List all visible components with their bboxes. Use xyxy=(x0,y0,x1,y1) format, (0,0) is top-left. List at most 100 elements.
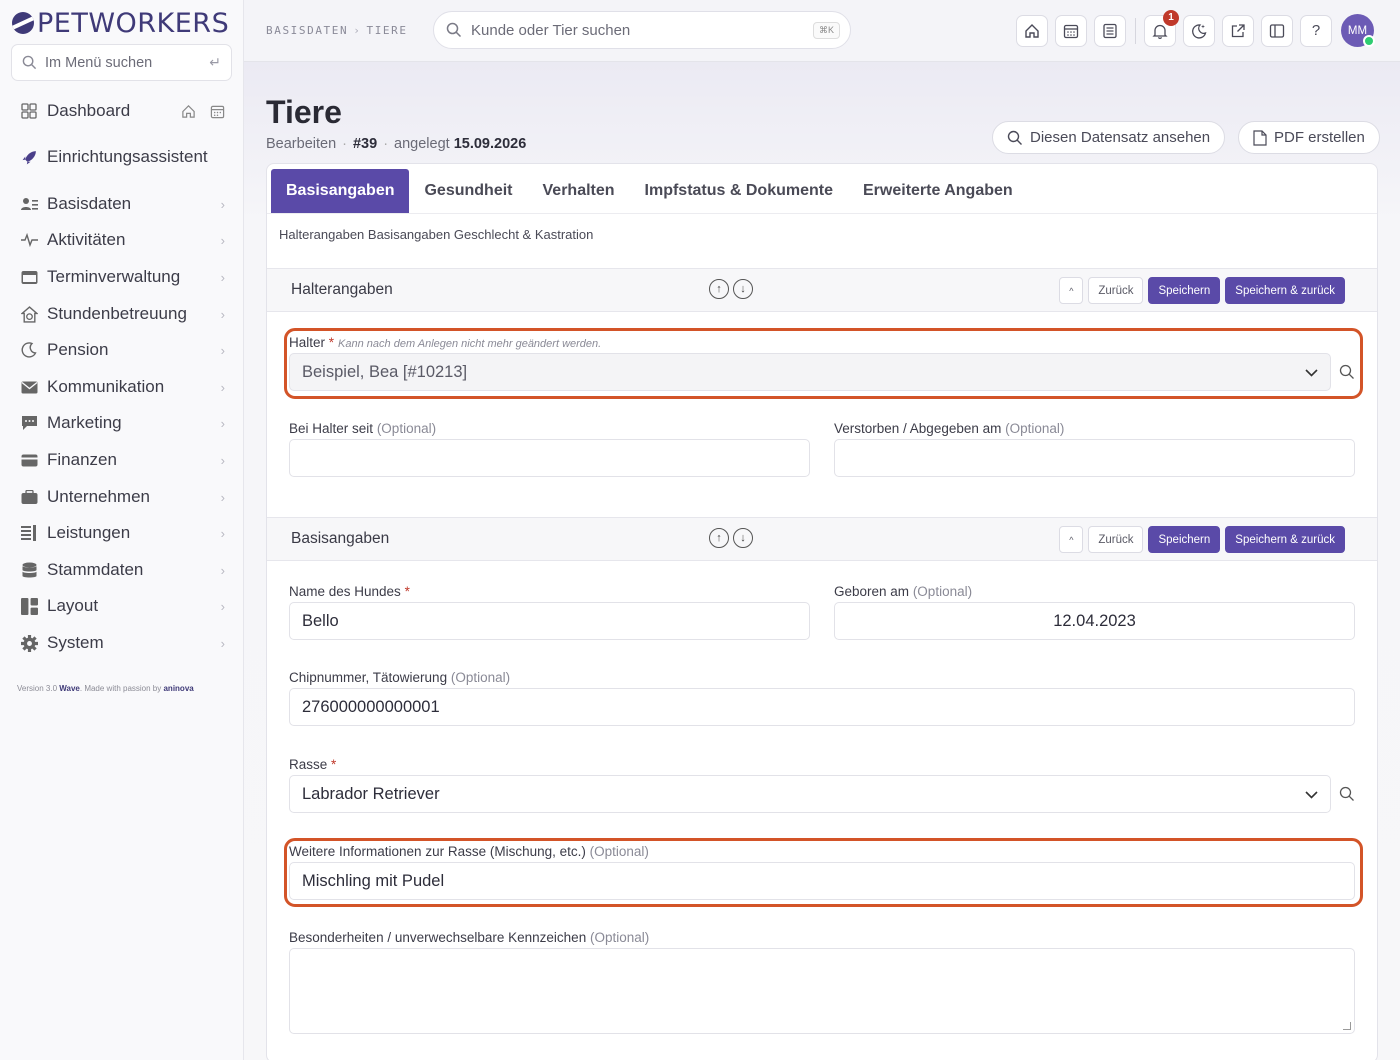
sidebar-item-leistungen[interactable]: Leistungen › xyxy=(20,520,225,546)
search-icon xyxy=(446,22,462,38)
external-link-button[interactable] xyxy=(1222,14,1254,47)
page-title: Tiere xyxy=(266,94,342,130)
save-button[interactable]: Speichern xyxy=(1148,526,1221,553)
arrow-down-icon[interactable]: ↓ xyxy=(733,279,753,299)
sidebar-item-stammdaten[interactable]: Stammdaten › xyxy=(20,557,225,583)
deceased-input[interactable] xyxy=(834,439,1355,477)
logo-icon xyxy=(12,12,34,34)
arrow-down-icon[interactable]: ↓ xyxy=(733,528,753,548)
home-icon xyxy=(1025,23,1039,38)
help-button[interactable]: ? xyxy=(1300,14,1332,47)
search-icon xyxy=(1007,130,1022,145)
sidebar-item-stundenbetreuung[interactable]: Stundenbetreuung › xyxy=(20,301,225,327)
sidebar-item-kommunikation[interactable]: Kommunikation › xyxy=(20,374,225,400)
home-button[interactable] xyxy=(1016,14,1048,47)
record-id: #39 xyxy=(352,136,378,152)
sidebar-item-label: Einrichtungsassistent xyxy=(47,147,208,166)
menu-search-placeholder: Im Menü suchen xyxy=(45,54,153,71)
gear-icon xyxy=(20,634,38,652)
calendar-icon xyxy=(1063,24,1079,38)
back-button[interactable]: Zurück xyxy=(1088,277,1144,304)
sidebar-item-label: Layout xyxy=(47,596,99,615)
save-and-back-button[interactable]: Speichern & zurück xyxy=(1225,526,1345,553)
sidebar-item-finanzen[interactable]: Finanzen › xyxy=(20,447,225,473)
save-button[interactable]: Speichern xyxy=(1148,277,1221,304)
section-header-basisangaben: Basisangaben ↑ ↓ ^ Zurück Speichern Spei… xyxy=(267,517,1377,561)
owner-search-button[interactable] xyxy=(1335,353,1359,391)
search-icon xyxy=(1339,786,1354,801)
dog-name-input[interactable]: Bello xyxy=(289,602,810,640)
sidebar-item-basisdaten[interactable]: Basisdaten › xyxy=(20,191,225,217)
sidebar-item-unternehmen[interactable]: Unternehmen › xyxy=(20,484,225,510)
dog-name-value: Bello xyxy=(302,611,339,630)
breed-select[interactable]: Labrador Retriever xyxy=(289,775,1331,813)
chip-number-input[interactable]: 276000000000001 xyxy=(289,688,1355,726)
calendar-button[interactable] xyxy=(1055,14,1087,47)
chat-icon xyxy=(20,414,38,432)
list-icon xyxy=(20,524,38,542)
tab-impfstatus-dokumente[interactable]: Impfstatus & Dokumente xyxy=(630,169,848,213)
breadcrumb-item[interactable]: BASISDATEN xyxy=(266,24,348,37)
breed-search-button[interactable] xyxy=(1335,775,1359,813)
theme-toggle-button[interactable] xyxy=(1183,14,1215,47)
breed-info-input[interactable]: Mischling mit Pudel xyxy=(289,862,1355,900)
global-search-input[interactable]: Kunde oder Tier suchen ⌘K xyxy=(433,11,851,49)
notes-button[interactable] xyxy=(1094,14,1126,47)
chevron-right-icon: › xyxy=(220,489,225,505)
version-info: Version 3.0 Wave. Made with passion by a… xyxy=(17,684,194,693)
sidebar-item-dashboard[interactable]: Dashboard xyxy=(20,98,225,124)
view-record-button[interactable]: Diesen Datensatz ansehen xyxy=(992,121,1226,154)
owner-value: Beispiel, Bea [#10213] xyxy=(302,362,468,381)
collapse-button[interactable]: ^ xyxy=(1059,526,1084,553)
tab-erweiterte-angaben[interactable]: Erweiterte Angaben xyxy=(848,169,1028,213)
breed-label: Rasse * xyxy=(289,757,337,772)
company-link[interactable]: aninova xyxy=(163,684,193,693)
shortcut-hint: ⌘K xyxy=(812,21,840,39)
owner-label: Halter * Kann nach dem Anlegen nicht mehr… xyxy=(289,335,602,350)
arrow-up-icon[interactable]: ↑ xyxy=(709,528,729,548)
pdf-button[interactable]: PDF erstellen xyxy=(1238,121,1380,154)
users-list-icon xyxy=(20,195,38,213)
menu-search-input[interactable]: Im Menü suchen ↵ xyxy=(11,44,232,81)
breadcrumb: BASISDATEN › TIERE xyxy=(266,24,408,37)
sidebar-item-label: Marketing xyxy=(47,413,122,432)
tab-gesundheit[interactable]: Gesundheit xyxy=(409,169,527,213)
breadcrumb-item[interactable]: TIERE xyxy=(366,24,407,37)
search-icon xyxy=(22,55,37,70)
sidebar-item-layout[interactable]: Layout › xyxy=(20,593,225,619)
brand-logo[interactable]: PETWORKERS xyxy=(12,8,229,39)
tab-verhalten[interactable]: Verhalten xyxy=(528,169,630,213)
save-and-back-button[interactable]: Speichern & zurück xyxy=(1225,277,1345,304)
sidebar-item-terminverwaltung[interactable]: Terminverwaltung › xyxy=(20,264,225,290)
sidebar-item-einrichtungsassistent[interactable]: Einrichtungsassistent xyxy=(20,144,225,170)
envelope-icon xyxy=(20,378,38,396)
section-header-halterangaben: Halterangaben ↑ ↓ ^ Zurück Speichern Spe… xyxy=(267,268,1377,312)
features-textarea[interactable] xyxy=(289,948,1355,1034)
home-icon[interactable] xyxy=(181,104,196,119)
page-subtitle: Bearbeiten · #39 · angelegt 15.09.2026 xyxy=(266,136,527,152)
section-title: Basisangaben xyxy=(291,530,390,547)
birth-date-input[interactable]: 12.04.2023 xyxy=(834,602,1355,640)
notes-icon xyxy=(1103,23,1117,38)
tab-basisangaben[interactable]: Basisangaben xyxy=(271,169,410,213)
sidebar-item-marketing[interactable]: Marketing › xyxy=(20,410,225,436)
sidebar-item-aktivitaeten[interactable]: Aktivitäten › xyxy=(20,227,225,253)
back-button[interactable]: Zurück xyxy=(1088,526,1144,553)
owner-since-input[interactable] xyxy=(289,439,810,477)
sidebar-item-label: Dashboard xyxy=(47,101,131,120)
arrow-up-icon[interactable]: ↑ xyxy=(709,279,729,299)
chevron-down-icon xyxy=(1305,363,1318,382)
section-links[interactable]: Halterangaben Basisangaben Geschlecht & … xyxy=(279,227,593,242)
sidebar-item-pension[interactable]: Pension › xyxy=(20,337,225,363)
owner-select[interactable]: Beispiel, Bea [#10213] xyxy=(289,353,1331,391)
product-link[interactable]: Wave xyxy=(59,684,80,693)
avatar[interactable]: MM xyxy=(1341,14,1375,47)
sidebar-item-system[interactable]: System › xyxy=(20,630,225,656)
sidebar-toggle-button[interactable] xyxy=(1261,14,1293,47)
collapse-button[interactable]: ^ xyxy=(1059,277,1084,304)
notifications-button[interactable]: 1 xyxy=(1144,9,1179,47)
rocket-icon xyxy=(20,148,38,166)
pdf-icon xyxy=(1253,129,1267,146)
calendar-icon[interactable] xyxy=(210,104,225,119)
chevron-right-icon: › xyxy=(220,232,225,248)
